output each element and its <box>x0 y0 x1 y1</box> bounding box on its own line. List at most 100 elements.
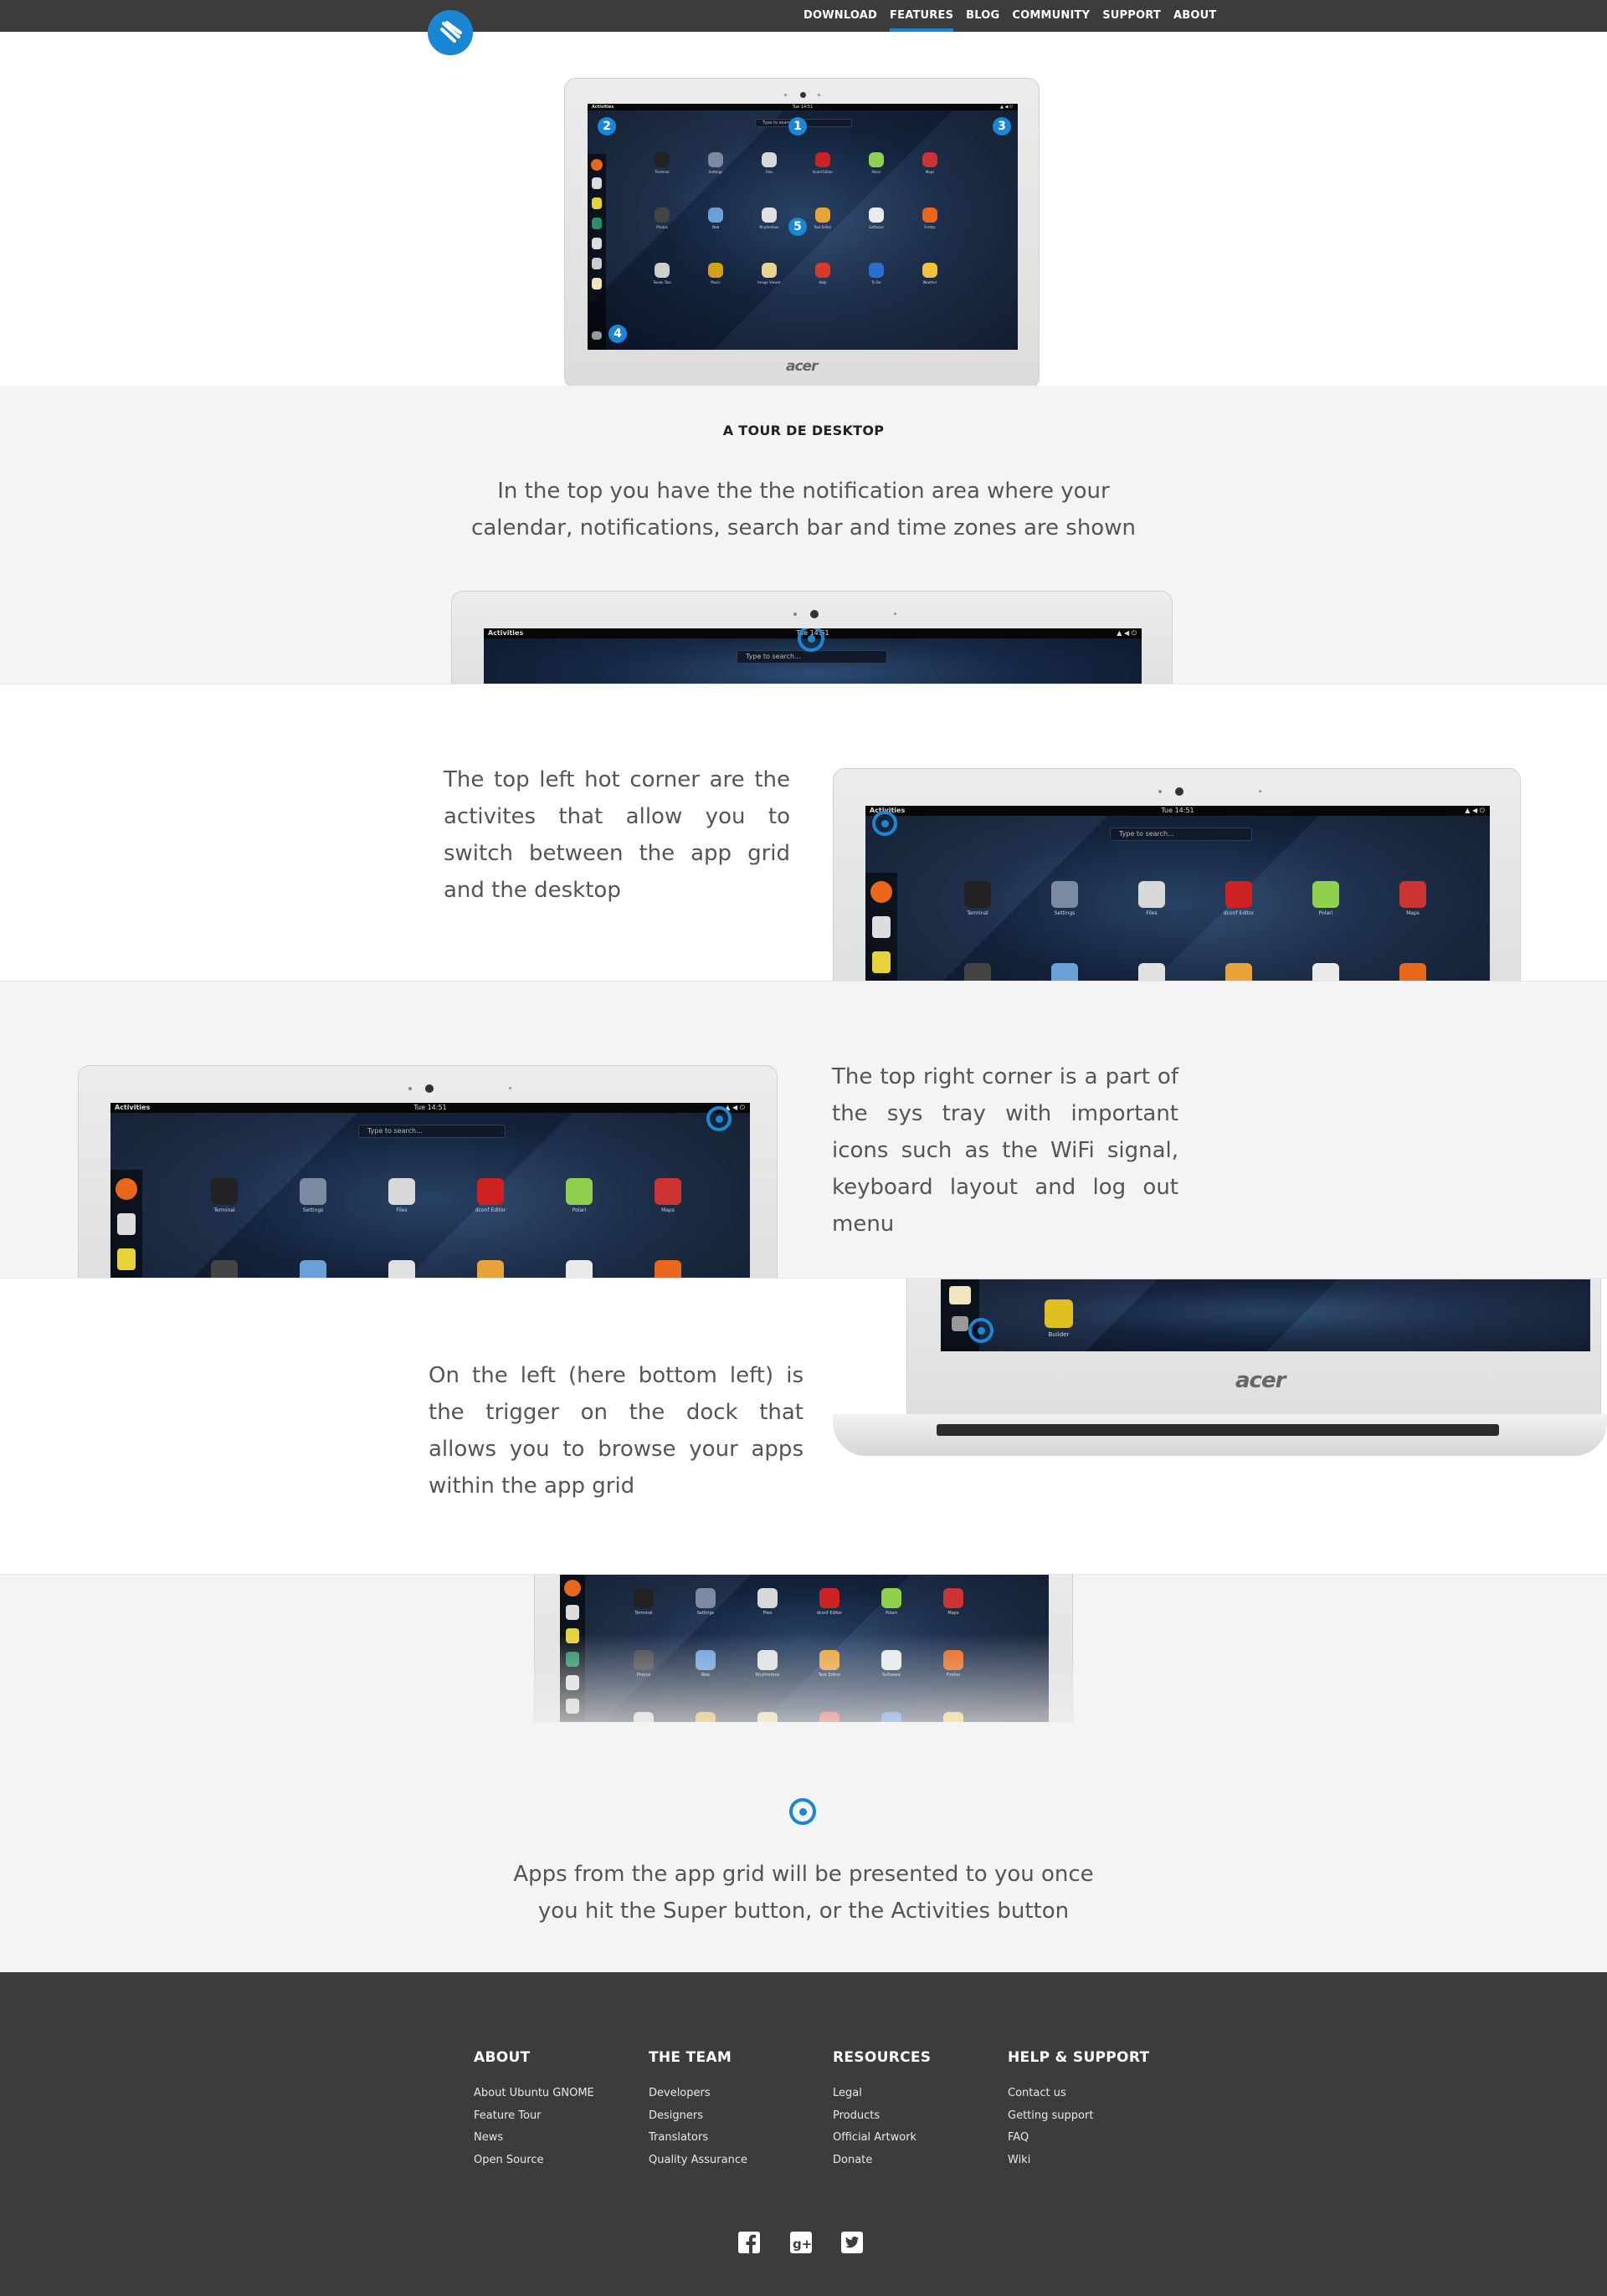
bottom-left-screen: Builder <box>941 1279 1590 1351</box>
footer-link[interactable]: Official Artwork <box>833 2127 931 2150</box>
app-icon-text-editor[interactable] <box>477 1260 504 1278</box>
footer-link[interactable]: Donate <box>833 2150 931 2172</box>
app-icon-terminal[interactable] <box>211 1178 238 1205</box>
app-icon-polari[interactable] <box>869 152 884 167</box>
app-icon-image-viewer[interactable] <box>762 263 777 278</box>
app-icon-files[interactable] <box>1138 881 1165 908</box>
footer-link[interactable]: Quality Assurance <box>649 2150 747 2172</box>
app-icon-rhythmbox[interactable] <box>388 1260 415 1278</box>
app-icon-help[interactable] <box>815 263 830 278</box>
app-icon-photos[interactable] <box>655 208 670 223</box>
app-icon-polari[interactable] <box>881 1588 901 1608</box>
app-icon-photos[interactable] <box>964 963 991 981</box>
footer-link[interactable]: Translators <box>649 2127 747 2150</box>
app-label: Polari <box>886 1611 897 1616</box>
app-icon-tweak-tool[interactable] <box>655 263 670 278</box>
site-logo[interactable] <box>428 10 473 55</box>
app-icon-dconf-editor[interactable] <box>819 1588 839 1608</box>
app-label: To Do <box>871 280 881 284</box>
top-left-hotspot[interactable] <box>872 811 897 836</box>
app-icon-rhythmbox[interactable] <box>1138 963 1165 981</box>
app-icon-files[interactable] <box>388 1178 415 1205</box>
badge-5: 5 <box>788 218 807 236</box>
app-icon-polari[interactable] <box>1312 881 1339 908</box>
app-icon-text-editor[interactable] <box>815 208 830 223</box>
nav-blog[interactable]: BLOG <box>966 0 999 32</box>
app-icon-maps[interactable] <box>655 1178 681 1205</box>
nav-download[interactable]: DOWNLOAD <box>804 0 877 32</box>
app-icon-web[interactable] <box>300 1260 326 1278</box>
footer-link[interactable]: Products <box>833 2105 931 2128</box>
google-plus-icon[interactable]: g+ <box>789 2231 813 2254</box>
nav-community[interactable]: COMMUNITY <box>1012 0 1090 32</box>
app-label: Settings <box>708 170 723 174</box>
twitter-icon[interactable] <box>840 2231 864 2254</box>
app-icon-maps[interactable] <box>943 1588 963 1608</box>
footer-link[interactable]: About Ubuntu GNOME <box>474 2083 594 2105</box>
app-icon-settings[interactable] <box>696 1588 716 1608</box>
app-icon-files[interactable] <box>762 152 777 167</box>
footer-col-resources: RESOURCES Legal Products Official Artwor… <box>833 2049 931 2171</box>
app-label: Help <box>819 280 827 284</box>
footer-link[interactable]: Developers <box>649 2083 747 2105</box>
app-icon-software[interactable] <box>869 208 884 223</box>
search-field[interactable]: Type to search... <box>737 650 887 664</box>
nav-about[interactable]: ABOUT <box>1173 0 1216 32</box>
notification-hotspot[interactable] <box>798 628 824 652</box>
app-icon-terminal[interactable] <box>964 881 991 908</box>
app-icon-files[interactable] <box>757 1588 778 1608</box>
app-label: dconf Editor <box>812 170 834 174</box>
app-icon-firefox[interactable] <box>1399 963 1426 981</box>
hero-screen: Activities Tue 14:51 ▲ ◀ ⏻ Type to searc… <box>588 104 1018 350</box>
footer-link[interactable]: Contact us <box>1008 2083 1149 2105</box>
footer-link[interactable]: Designers <box>649 2105 747 2128</box>
tour-intro-section: A TOUR DE DESKTOP In the top you have th… <box>0 386 1607 684</box>
app-grid-trigger-hotspot[interactable] <box>968 1318 993 1343</box>
app-icon-firefox[interactable] <box>655 1260 681 1278</box>
app-icon-dconf-editor[interactable] <box>1225 881 1252 908</box>
app-icon-web[interactable] <box>708 208 723 223</box>
app-label: Music <box>711 280 721 284</box>
app-icon-polari[interactable] <box>566 1178 593 1205</box>
app-icon-settings[interactable] <box>1051 881 1078 908</box>
super-key-hotspot[interactable] <box>789 1798 816 1825</box>
footer-link[interactable]: Open Source <box>474 2150 594 2172</box>
app-icon-terminal[interactable] <box>634 1588 654 1608</box>
app-icon-to-do[interactable] <box>869 263 884 278</box>
footer-link[interactable]: News <box>474 2127 594 2150</box>
footer-link[interactable]: Wiki <box>1008 2150 1149 2172</box>
top-right-screen: Activities Tue 14:51 ▲ ◀ ⏻ Type to searc… <box>110 1103 750 1278</box>
nav-features[interactable]: FEATURES <box>890 0 954 32</box>
nav-support[interactable]: SUPPORT <box>1102 0 1161 32</box>
builder-app-icon[interactable] <box>1045 1299 1073 1328</box>
app-icon-software[interactable] <box>1312 963 1339 981</box>
keyboard <box>937 1424 1499 1436</box>
app-icon-music[interactable] <box>708 263 723 278</box>
app-icon-rhythmbox[interactable] <box>762 208 777 223</box>
footer-link[interactable]: Legal <box>833 2083 931 2105</box>
app-icon-settings[interactable] <box>300 1178 326 1205</box>
app-icon-software[interactable] <box>566 1260 593 1278</box>
app-label: Polari <box>1318 910 1333 916</box>
app-icon-weather[interactable] <box>922 263 937 278</box>
app-icon-maps[interactable] <box>922 152 937 167</box>
app-icon-terminal[interactable] <box>655 152 670 167</box>
top-right-hotspot[interactable] <box>706 1106 732 1131</box>
footer-link[interactable]: Feature Tour <box>474 2105 594 2128</box>
app-icon-web[interactable] <box>1051 963 1078 981</box>
top-right-text: The top right corner is a part of the sy… <box>832 1064 1178 1237</box>
app-icon-text-editor[interactable] <box>1225 963 1252 981</box>
app-icon-settings[interactable] <box>708 152 723 167</box>
app-icon-maps[interactable] <box>1399 881 1426 908</box>
footer-link[interactable]: Getting support <box>1008 2105 1149 2128</box>
app-icon-dconf-editor[interactable] <box>815 152 830 167</box>
app-icon-photos[interactable] <box>211 1260 238 1278</box>
app-icon-firefox[interactable] <box>922 208 937 223</box>
app-label: Maps <box>661 1207 675 1213</box>
app-icon-dconf-editor[interactable] <box>477 1178 504 1205</box>
footer-heading: THE TEAM <box>649 2049 732 2066</box>
app-label: Terminal <box>967 910 988 916</box>
bottom-left-section: On the left (here bottom left) is the tr… <box>0 1278 1607 1574</box>
footer-link[interactable]: FAQ <box>1008 2127 1149 2150</box>
facebook-icon[interactable] <box>737 2231 761 2254</box>
